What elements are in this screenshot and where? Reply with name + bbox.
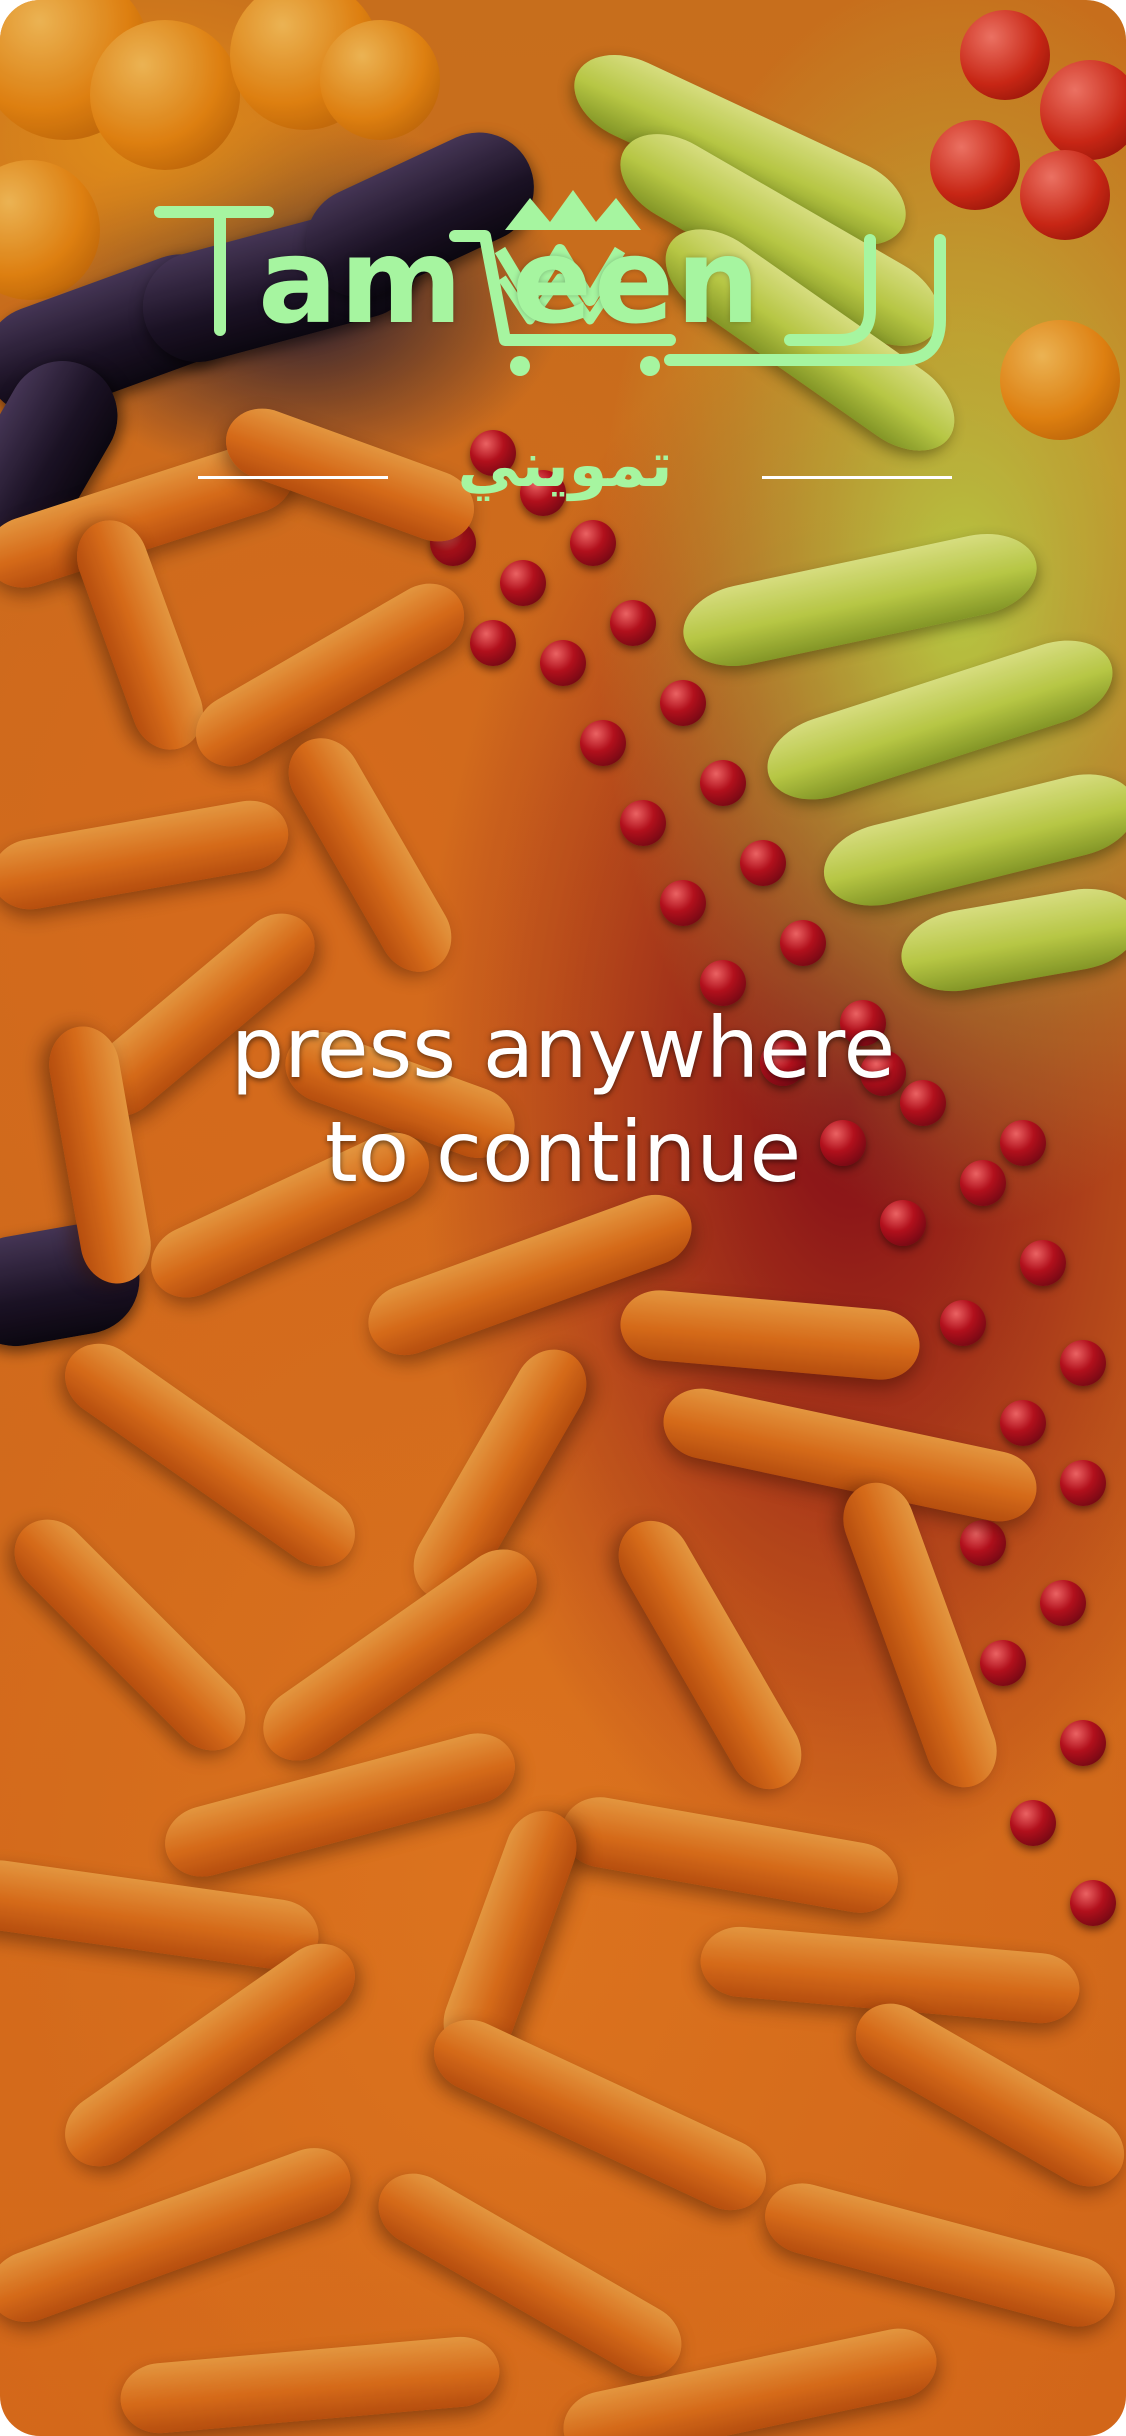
logo-text-right: een [512, 212, 763, 350]
continue-prompt: press anywhere to continue [0, 996, 1126, 1204]
prompt-line-2: to continue [324, 1103, 802, 1201]
logo-arabic-text: تمويني [457, 428, 673, 501]
splash-screen[interactable]: am een تمويني press anywhere to continue [0, 0, 1126, 2436]
logo-text-left: am [258, 212, 465, 350]
app-logo: am een تمويني [150, 190, 980, 530]
prompt-line-1: press anywhere [230, 999, 896, 1097]
